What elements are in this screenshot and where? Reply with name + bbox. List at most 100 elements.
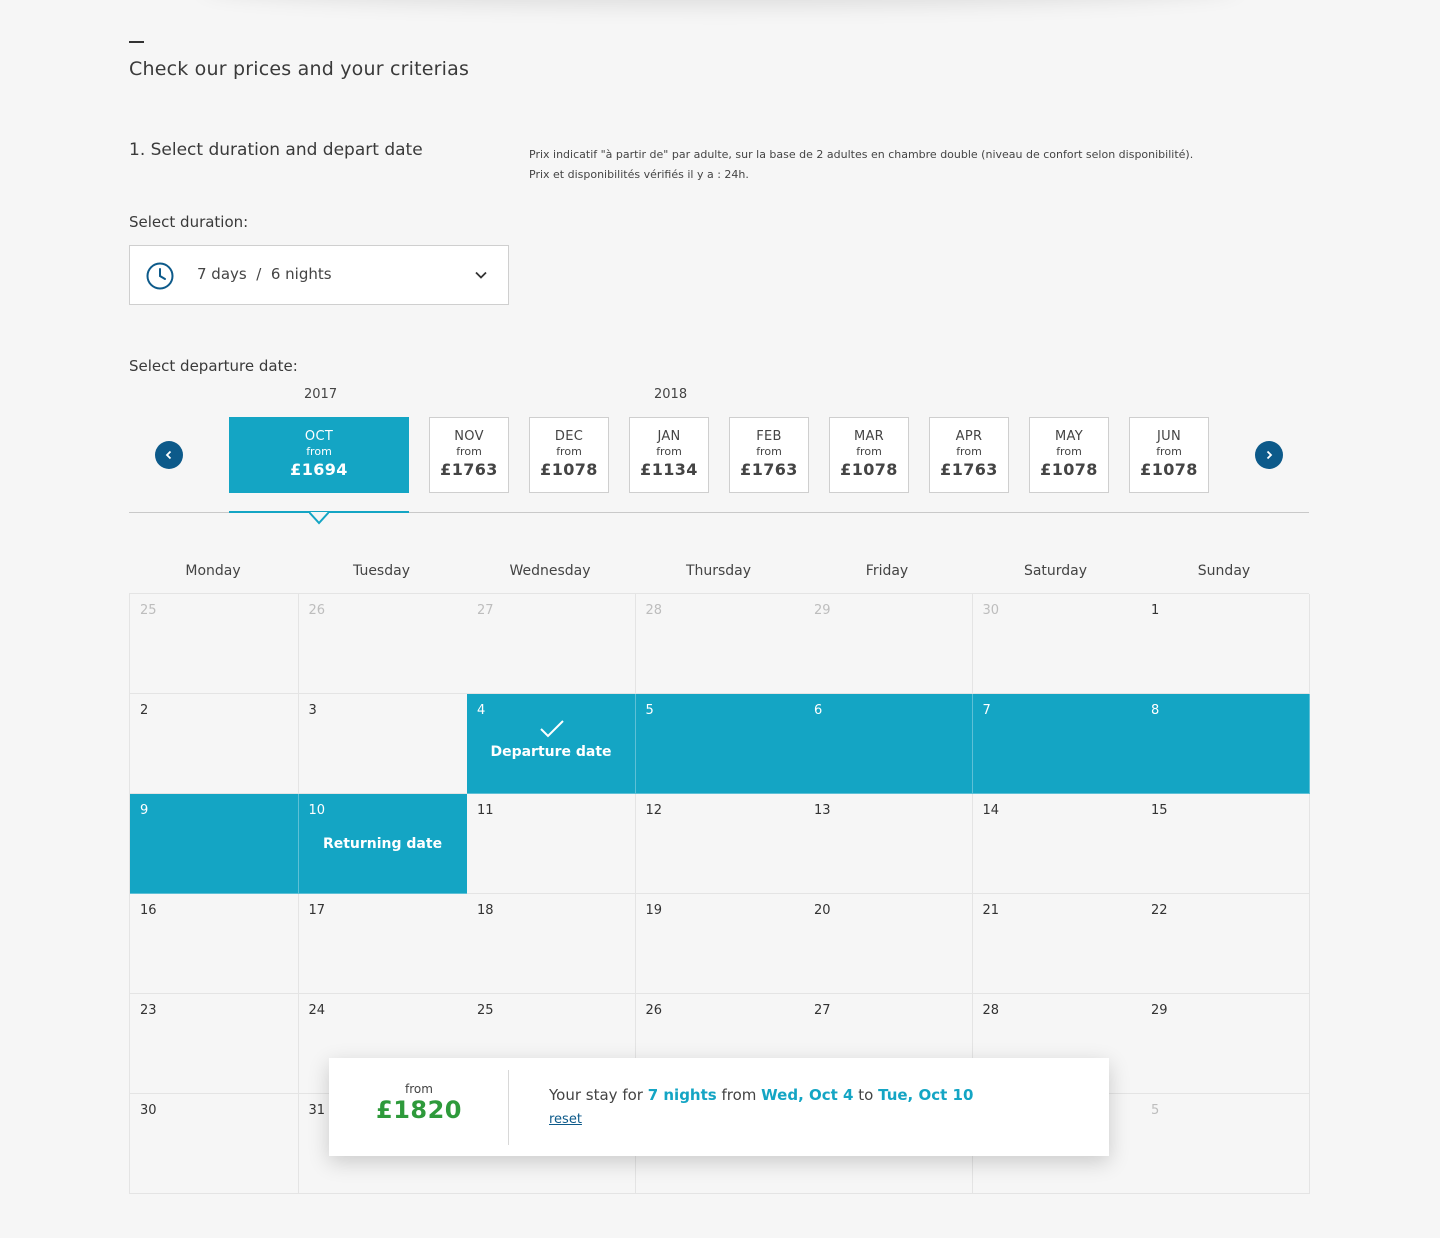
month-card-jan[interactable]: JAN from £1134	[629, 417, 709, 493]
calendar-day[interactable]: 7	[972, 694, 1142, 794]
summary-divider	[508, 1070, 509, 1145]
day-number: 3	[308, 703, 317, 718]
calendar-day[interactable]: 28	[635, 594, 805, 694]
calendar-day[interactable]: 18	[467, 894, 636, 994]
calendar-day[interactable]: 14	[972, 794, 1142, 894]
departure-label: Select departure date:	[129, 357, 298, 375]
weekday-tuesday: Tuesday	[353, 563, 410, 579]
calendar-day[interactable]: 13	[804, 794, 973, 894]
calendar-day[interactable]: 27	[467, 594, 636, 694]
weekday-sunday: Sunday	[1197, 563, 1251, 579]
calendar-day[interactable]: 30	[972, 594, 1142, 694]
summary-from-word: from	[716, 1086, 762, 1104]
day-number: 18	[477, 903, 494, 918]
month-card-dec[interactable]: DEC from £1078	[529, 417, 609, 493]
month-name: OCT	[304, 429, 334, 444]
day-number: 29	[1151, 1003, 1168, 1018]
day-number: 28	[645, 603, 663, 618]
title-dash	[129, 41, 144, 43]
calendar-day[interactable]: 11	[467, 794, 636, 894]
day-number: 24	[308, 1003, 326, 1018]
calendar-day[interactable]: 25	[130, 594, 299, 694]
calendar-day[interactable]: 26	[298, 594, 468, 694]
calendar-day[interactable]: 16	[130, 894, 299, 994]
month-from: from	[306, 445, 332, 458]
calendar-day[interactable]: 19	[635, 894, 805, 994]
calendar-day[interactable]: 30	[130, 1094, 299, 1194]
month-card-apr[interactable]: APR from £1763	[929, 417, 1009, 493]
calendar-day[interactable]: 8	[1141, 694, 1310, 794]
month-card-nov[interactable]: NOV from £1763	[429, 417, 509, 493]
day-number: 20	[814, 903, 831, 918]
price-note-line-2: Prix et disponibilités vérifiés il y a :…	[529, 168, 749, 181]
calendar-day[interactable]: 9	[130, 794, 299, 894]
calendar-day[interactable]: 3	[298, 694, 468, 794]
summary-end-date: Tue, Oct 10	[878, 1086, 974, 1104]
day-number: 9	[140, 803, 149, 818]
next-months-button[interactable]	[1255, 441, 1283, 469]
month-name: JUN	[1157, 429, 1181, 444]
price-note-line-1: Prix indicatif "à partir de" par adulte,…	[529, 148, 1194, 161]
day-number: 6	[814, 703, 823, 718]
calendar-day[interactable]: 5	[635, 694, 805, 794]
duration-select[interactable]: 7 days / 6 nights	[129, 245, 509, 305]
month-card-feb[interactable]: FEB from £1763	[729, 417, 809, 493]
year-label-2017: 2017	[304, 387, 338, 402]
calendar-day[interactable]: 10 Returning date	[298, 794, 468, 894]
calendar-day[interactable]: 2	[130, 694, 299, 794]
step-title: 1. Select duration and depart date	[129, 140, 423, 160]
month-card-oct[interactable]: OCT from £1694	[229, 417, 409, 493]
weekday-wednesday: Wednesday	[509, 563, 591, 579]
month-name: DEC	[554, 429, 584, 444]
month-name: FEB	[756, 429, 782, 444]
calendar-day[interactable]: 21	[972, 894, 1142, 994]
day-number: 19	[645, 903, 663, 918]
calendar-day[interactable]: 23	[130, 994, 299, 1094]
calendar-day[interactable]: 20	[804, 894, 973, 994]
day-number: 1	[1151, 603, 1160, 618]
calendar-day[interactable]: 22	[1141, 894, 1310, 994]
summary-start-date: Wed, Oct 4	[761, 1086, 854, 1104]
chevron-left-icon	[165, 450, 172, 460]
day-number: 2	[140, 703, 149, 718]
day-number: 12	[645, 803, 663, 818]
reset-link[interactable]: reset	[549, 1112, 582, 1127]
duration-label: Select duration:	[129, 213, 249, 231]
price-note: Prix indicatif "à partir de" par adulte,…	[529, 145, 1193, 185]
month-card-may[interactable]: MAY from £1078	[1029, 417, 1109, 493]
month-from: from	[556, 445, 582, 458]
year-label-2018: 2018	[654, 387, 688, 402]
duration-value: 7 days / 6 nights	[197, 265, 332, 283]
calendar-day[interactable]: 29	[1141, 994, 1310, 1094]
day-number: 29	[814, 603, 831, 618]
calendar-day[interactable]: 15	[1141, 794, 1310, 894]
day-number: 21	[982, 903, 1000, 918]
day-number: 5	[645, 703, 654, 718]
month-from: from	[956, 445, 982, 458]
day-number: 16	[140, 903, 157, 918]
month-card-mar[interactable]: MAR from £1078	[829, 417, 909, 493]
day-number: 7	[982, 703, 991, 718]
page-title: Check our prices and your criterias	[129, 58, 470, 80]
calendar-day[interactable]: 6	[804, 694, 973, 794]
calendar-day[interactable]: 4 Departure date	[467, 694, 636, 794]
month-price: £1763	[940, 460, 998, 479]
calendar-day[interactable]: 5	[1141, 1094, 1310, 1194]
day-number: 14	[982, 803, 1000, 818]
month-price: £1134	[640, 460, 698, 479]
day-number: 23	[140, 1003, 157, 1018]
day-number: 28	[982, 1003, 1000, 1018]
prev-months-button[interactable]	[155, 441, 183, 469]
summary-text: Your stay for 7 nights from Wed, Oct 4 t…	[549, 1086, 973, 1104]
day-number: 26	[308, 603, 326, 618]
calendar-day[interactable]: 29	[804, 594, 973, 694]
calendar-day[interactable]: 12	[635, 794, 805, 894]
month-from: from	[1056, 445, 1082, 458]
calendar-day[interactable]: 17	[298, 894, 468, 994]
weekday-saturday: Saturday	[1023, 563, 1088, 579]
month-name: NOV	[454, 429, 484, 444]
calendar-day[interactable]: 1	[1141, 594, 1310, 694]
month-card-jun[interactable]: JUN from £1078	[1129, 417, 1209, 493]
stay-summary: from £1820 Your stay for 7 nights from W…	[329, 1058, 1109, 1156]
summary-price: £1820	[376, 1096, 462, 1124]
